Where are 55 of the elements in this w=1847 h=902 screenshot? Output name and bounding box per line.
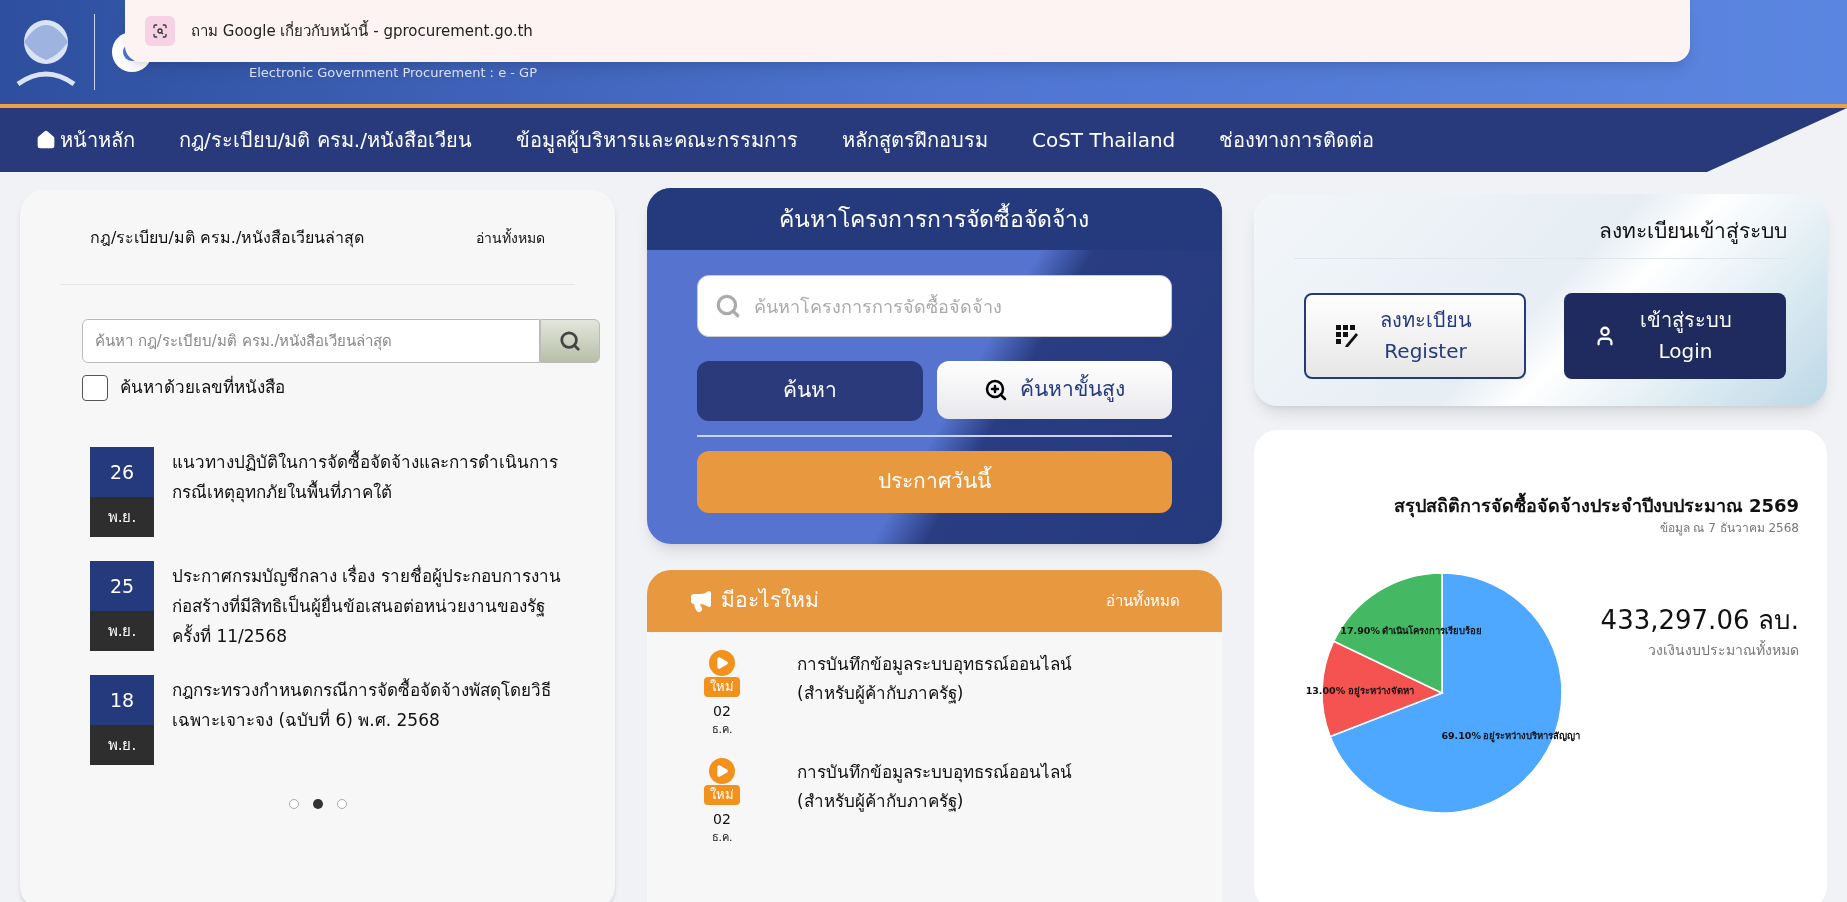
grid-pen-icon (1335, 324, 1358, 347)
play-icon (709, 758, 735, 784)
new-badge: ใหม่ (704, 677, 740, 697)
slice-value: 17.90% (1339, 625, 1380, 637)
news-day: 02 (713, 808, 731, 830)
card-title: ลงทะเบียนเข้าสู่ระบบ (1599, 218, 1787, 246)
search-icon (715, 293, 741, 319)
news-day: 02 (713, 700, 731, 722)
register-button[interactable]: ลงทะเบียน Register (1303, 292, 1526, 379)
stats-date: ข้อมูล ณ 7 ธันวาคม 2568 (1659, 520, 1799, 537)
card-title: ค้นหาโครงการการจัดซื้อจัดจ้าง (779, 202, 1090, 234)
nav-link[interactable]: ช่องทางการติดต่อ (1219, 125, 1375, 155)
news-link[interactable]: การบันทึกข้อมูลระบบอุทธรณ์ออนไลน์ (สำหรับผู้ค้ากับภาครัฐ) (797, 650, 1072, 738)
budget-total: 433,297.06 ลบ. (1600, 604, 1799, 637)
date-day: 25 (90, 561, 154, 611)
nav-link[interactable]: กฎ/ระเบียบ/มติ ครม./หนังสือเวียน (179, 125, 472, 155)
date-month: พ.ย. (90, 611, 154, 651)
home-icon (36, 130, 56, 150)
card-title: มีอะไรใหม่ (721, 587, 819, 615)
header-subtitle: Electronic Government Procurement : e - GP (249, 63, 537, 82)
nav-link[interactable]: หลักสูตรฝึกอบรม (841, 125, 988, 155)
search-icon (559, 330, 581, 352)
nav-link[interactable]: CoST Thailand (1031, 125, 1176, 155)
advanced-search-button[interactable]: ค้นหาขั้นสูง (937, 361, 1172, 419)
checkbox-label: ค้นหาด้วยเลขที่หนังสือ (120, 375, 285, 400)
project-search-field[interactable]: ค้นหาโครงการการจัดซื้อจัดจ้าง (697, 275, 1172, 337)
regulation-link[interactable]: ประกาศกรมบัญชีกลาง เรื่อง รายชื่อผู้ประกอบการงานก่อสร้างที่มีสิทธิเป็นผู้ยื่นข้อเสนอต่อหน่วยงานของรัฐ ครั้งที่ 11/2568 (172, 561, 575, 651)
news-link[interactable]: การบันทึกข้อมูลระบบอุทธรณ์ออนไลน์ (สำหรับผู้ค้ากับภาครัฐ) (797, 758, 1072, 846)
play-icon (709, 650, 735, 676)
read-all-link[interactable]: อ่านทั้งหมด (476, 227, 545, 249)
slice-label: อยู่ระหว่างจัดหา (1347, 685, 1414, 697)
nav-link[interactable]: ข้อมูลผู้บริหารและคณะกรรมการ (515, 125, 798, 155)
date-day: 18 (90, 675, 154, 725)
budget-label: วงเงินงบประมาณทั้งหมด (1648, 640, 1799, 660)
search-button[interactable] (540, 319, 600, 363)
news-month: ธ.ค. (711, 829, 733, 846)
news-month: ธ.ค. (711, 721, 733, 738)
new-badge: ใหม่ (704, 785, 740, 805)
date-month: พ.ย. (90, 497, 154, 537)
stats-title: สรุปสถิติการจัดซื้อจัดจ้างประจำปีงบประมาณ 2569 (1393, 492, 1799, 519)
search-field[interactable]: ค้นหา กฎ/ระเบียบ/มติ ครม./หนังสือเวียนล่าสุด (82, 319, 540, 363)
megaphone-icon (689, 589, 713, 613)
zoom-in-icon (983, 378, 1008, 402)
regulation-link[interactable]: กฎกระทรวงกำหนดกรณีการจัดซื้อจัดจ้างพัสดุโดยวิธีเฉพาะเจาะจง (ฉบับที่ 6) พ.ศ. 2568 (172, 675, 575, 765)
checkbox[interactable] (82, 375, 108, 401)
date-month: พ.ย. (90, 725, 154, 765)
lens-icon (145, 16, 175, 46)
search-submit-button[interactable]: ค้นหา (697, 361, 923, 421)
date-day: 26 (90, 447, 154, 497)
login-button[interactable]: เข้าสู่ระบบ Login (1563, 292, 1786, 379)
card-title: กฎ/ระเบียบ/มติ ครม./หนังสือเวียนล่าสุด (90, 227, 365, 250)
slice-value: 69.10% (1440, 730, 1481, 741)
popup-text: ถาม Google เกี่ยวกับหน้านี้ - gprocurement.go.th (191, 19, 533, 42)
regulation-link[interactable]: แนวทางปฏิบัติในการจัดซื้อจัดจ้างและการดำเนินการกรณีเหตุอุทกภัยในพื้นที่ภาคใต้ (172, 447, 575, 537)
nav-link[interactable]: หน้าหลัก (36, 125, 135, 155)
